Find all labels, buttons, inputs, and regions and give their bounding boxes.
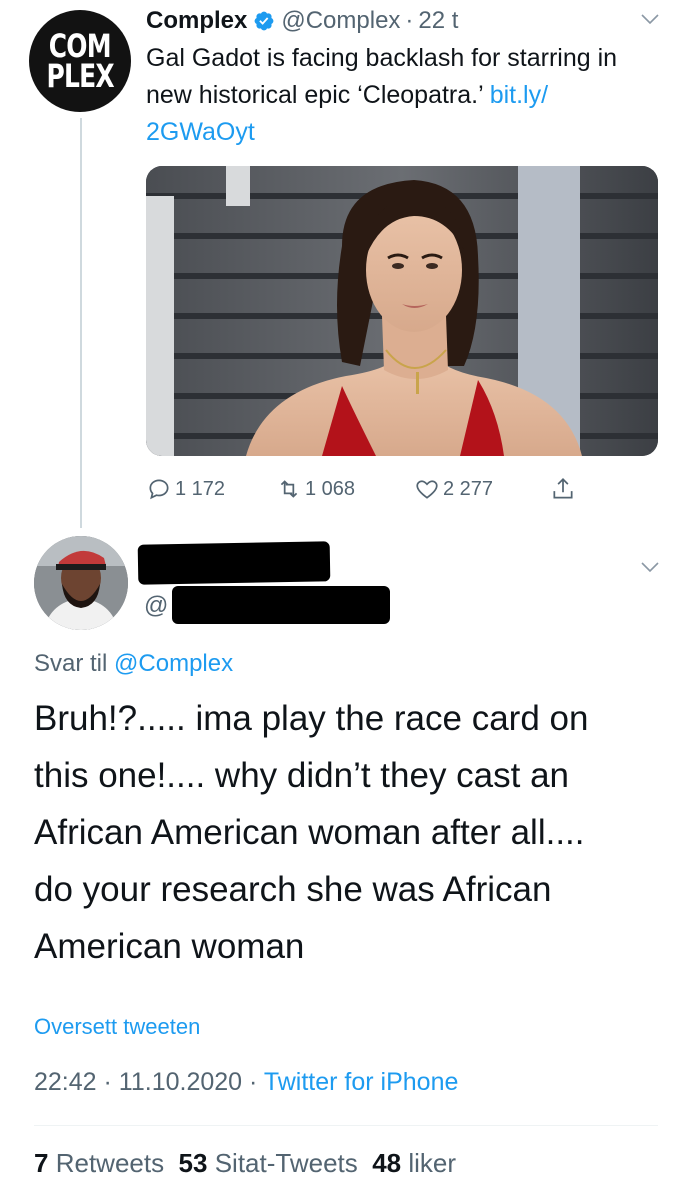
parent-tweet-header: Complex @Complex · 22 t <box>146 6 458 36</box>
reply-line: Bruh!?..... ima play the race card on <box>34 699 589 738</box>
reply-line: African American woman after all.... <box>34 813 585 852</box>
replying-to: Svar til @Complex <box>34 650 233 678</box>
complex-avatar[interactable]: COM PLEX <box>29 10 131 112</box>
chevron-down-icon[interactable] <box>640 560 660 574</box>
retweet-icon <box>280 480 298 498</box>
reply-icon <box>149 479 169 500</box>
tweet-link-part2[interactable]: 2GWaOyt <box>146 118 255 146</box>
likes-label: liker <box>408 1148 457 1178</box>
tweet-source[interactable]: Twitter for iPhone <box>264 1068 459 1096</box>
avatar-photo <box>34 536 128 630</box>
chevron-down-icon[interactable] <box>640 12 660 26</box>
like-count: 2 277 <box>443 477 494 500</box>
tweet-stats: 7 Retweets 53 Sitat-Tweets 48 liker <box>34 1148 456 1179</box>
photo-illustration <box>146 166 658 456</box>
tweet-age[interactable]: 22 t <box>418 7 458 35</box>
retweets-count: 7 <box>34 1148 49 1178</box>
quote-tweets-stat[interactable]: 53 Sitat-Tweets <box>179 1148 358 1178</box>
parent-tweet-actions: 1 172 1 068 2 277 <box>146 472 606 506</box>
verified-badge-icon <box>254 11 274 31</box>
quotes-count: 53 <box>178 1148 208 1178</box>
retweets-stat[interactable]: 7 Retweets <box>34 1148 164 1178</box>
meta-separator: · <box>103 1068 112 1096</box>
reply-line: do your research she was African <box>34 870 552 909</box>
retweet-count: 1 068 <box>305 477 356 500</box>
tweet-time[interactable]: 22:42 <box>34 1068 97 1096</box>
likes-stat[interactable]: 48 liker <box>372 1148 456 1178</box>
likes-count: 48 <box>372 1148 402 1178</box>
tweet-link-part1[interactable]: bit.ly/ <box>490 81 548 109</box>
redacted-display-name <box>137 541 331 585</box>
reply-action[interactable]: 1 172 <box>146 472 225 506</box>
reply-tweet-text: Bruh!?..... ima play the race card on th… <box>34 690 664 975</box>
thread-connector-line <box>80 118 82 528</box>
author-display-name[interactable]: Complex <box>146 7 247 35</box>
tweet-date[interactable]: 11.10.2020 <box>119 1068 242 1096</box>
reply-count: 1 172 <box>175 477 226 500</box>
translate-tweet-link[interactable]: Oversett tweeten <box>34 1014 200 1040</box>
retweet-action[interactable]: 1 068 <box>276 472 355 506</box>
tweet-metadata: 22:42 · 11.10.2020 · Twitter for iPhone <box>34 1068 458 1097</box>
tweet-media-photo[interactable] <box>146 166 658 456</box>
author-handle[interactable]: @Complex <box>281 7 400 35</box>
stats-divider <box>34 1125 658 1126</box>
avatar-logo-line2: PLEX <box>46 57 114 95</box>
quotes-label: Sitat-Tweets <box>214 1148 358 1178</box>
header-separator: · <box>405 7 414 34</box>
reply-author-avatar[interactable] <box>34 536 128 630</box>
meta-separator: · <box>249 1068 258 1096</box>
like-action[interactable]: 2 277 <box>414 472 493 506</box>
reply-author-handle-prefix: @ <box>144 592 169 619</box>
reply-to-handle[interactable]: @Complex <box>114 650 233 677</box>
like-icon <box>416 480 438 499</box>
reply-to-label: Svar til <box>34 650 108 677</box>
reply-line: American woman <box>34 927 305 966</box>
share-icon <box>553 478 573 499</box>
redacted-handle <box>172 586 390 624</box>
reply-line: this one!.... why didn’t they cast an <box>34 756 570 795</box>
share-action[interactable] <box>550 472 579 506</box>
parent-tweet-text: Gal Gadot is facing backlash for starrin… <box>146 40 666 151</box>
retweets-label: Retweets <box>55 1148 165 1178</box>
